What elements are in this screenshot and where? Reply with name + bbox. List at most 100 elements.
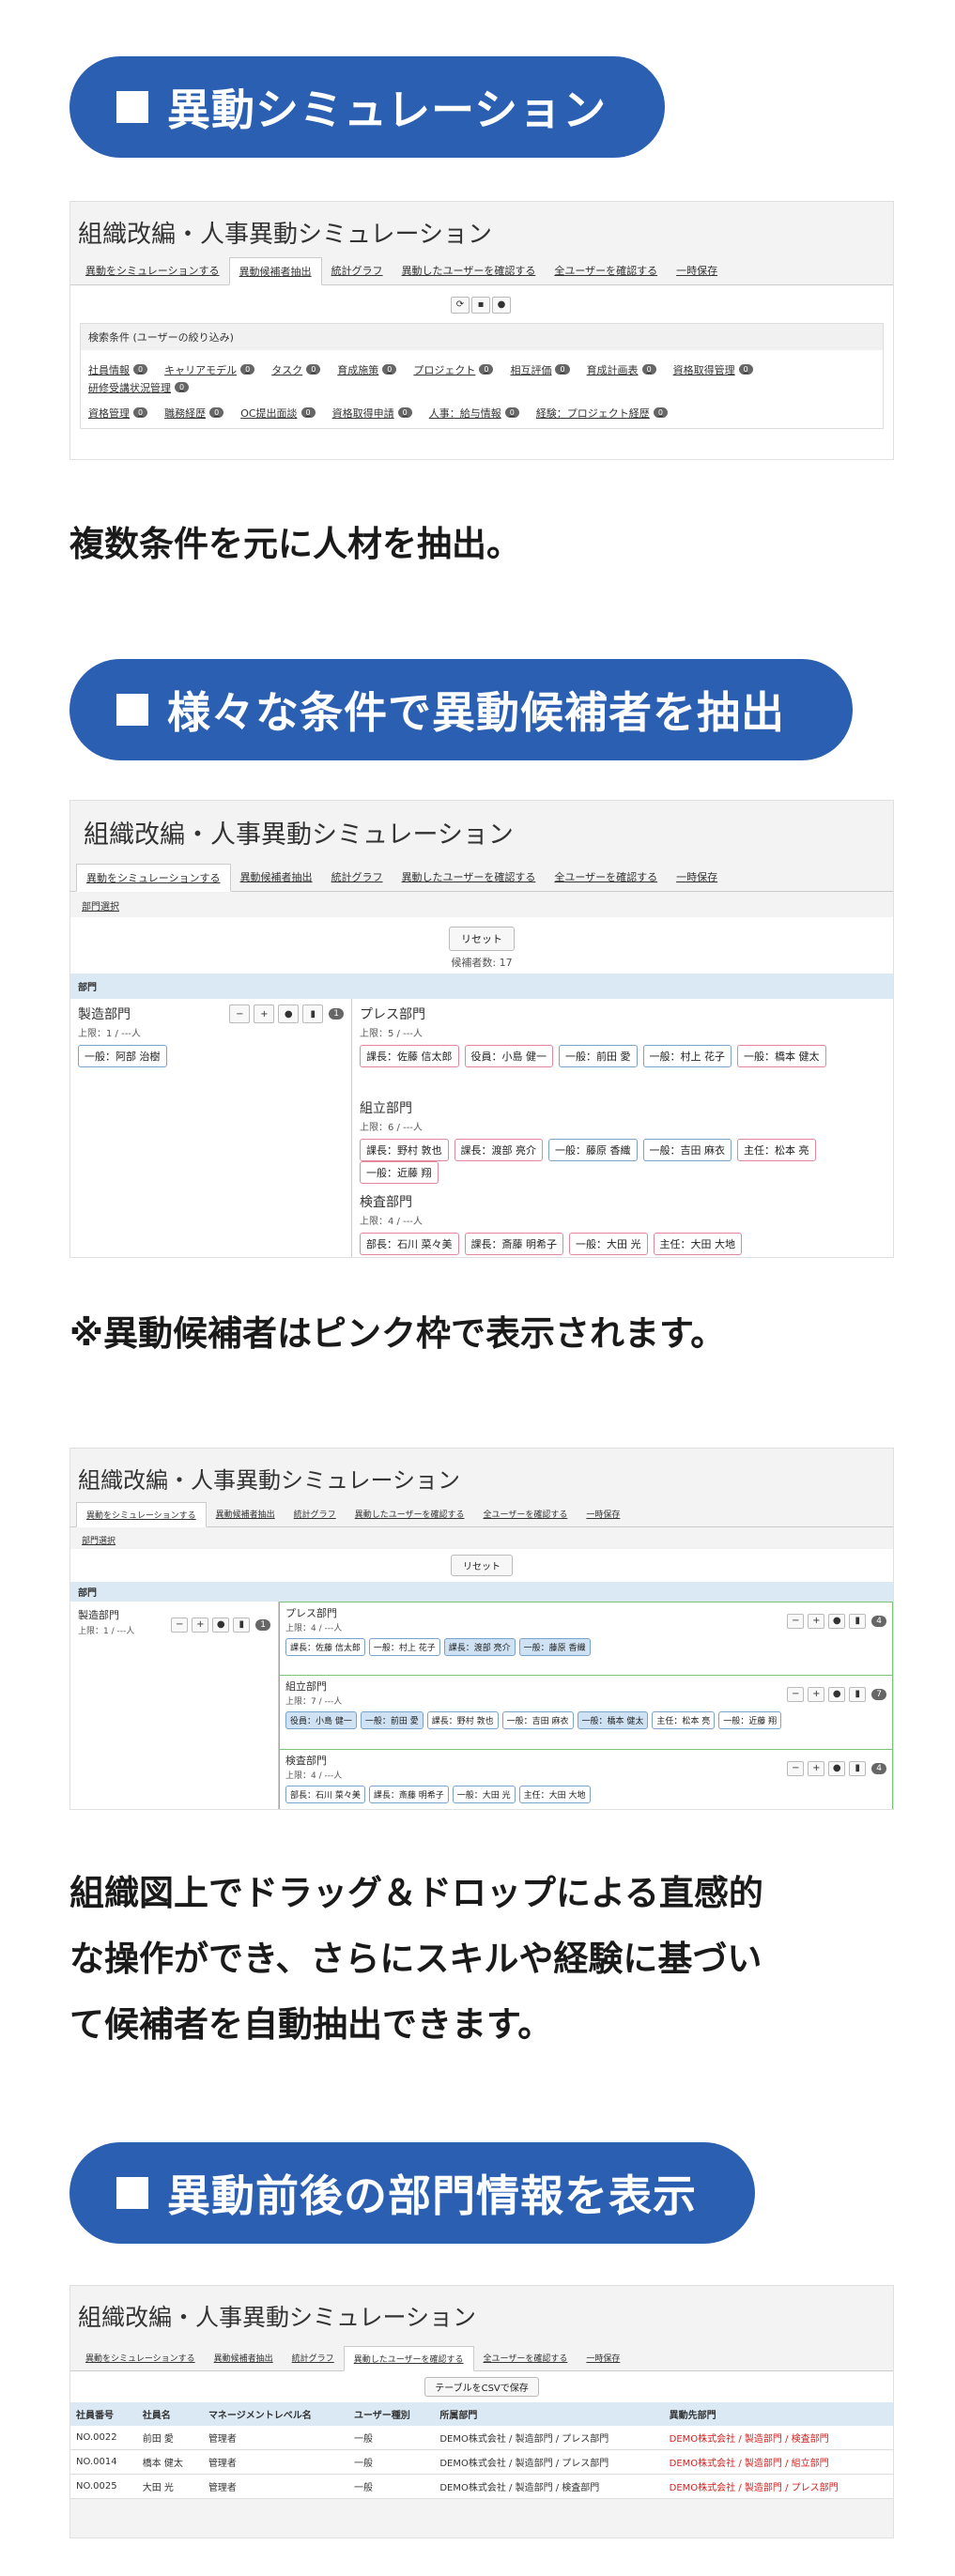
tab-temp-save[interactable]: 一時保存 xyxy=(577,1502,629,1526)
tab-stats[interactable]: 統計グラフ xyxy=(283,2346,344,2370)
tab-moved-users[interactable]: 異動したユーザーを確認する xyxy=(343,2346,474,2371)
filter-chip[interactable]: 資格取得管理 0 xyxy=(673,362,753,377)
tab-all-users[interactable]: 全ユーザーを確認する xyxy=(545,257,667,284)
filter-chip[interactable]: 研修受講状況管理 0 xyxy=(88,380,190,395)
person-card[interactable]: 一般：大田 光 xyxy=(452,1786,516,1803)
person-card[interactable]: 一般：大田 光 xyxy=(569,1233,648,1255)
minus-icon[interactable]: − xyxy=(787,1613,805,1629)
person-card[interactable]: 一般：前田 愛 xyxy=(559,1045,638,1067)
tab-moved-users[interactable]: 異動したユーザーを確認する xyxy=(346,1502,474,1526)
person-card[interactable]: 部長：石川 菜々美 xyxy=(285,1786,365,1803)
filter-chip[interactable]: 経験：プロジェクト経歴 0 xyxy=(536,406,668,421)
chart-icon[interactable]: ▮ xyxy=(302,1004,324,1023)
tab-temp-save[interactable]: 一時保存 xyxy=(667,257,727,284)
filter-chip[interactable]: 職務経歴 0 xyxy=(164,406,224,421)
minus-icon[interactable]: − xyxy=(229,1004,251,1023)
filter-chip[interactable]: キャリアモデル 0 xyxy=(164,362,255,377)
plus-icon[interactable]: + xyxy=(808,1613,825,1629)
user-icon[interactable]: ● xyxy=(828,1613,846,1629)
tab-moved-users[interactable]: 異動したユーザーを確認する xyxy=(393,257,546,284)
filter-chip[interactable]: 資格管理 0 xyxy=(88,406,148,421)
chart-icon[interactable]: ▮ xyxy=(849,1613,867,1629)
filter-chip[interactable]: 人事：給与情報 0 xyxy=(429,406,519,421)
reset-button[interactable]: リセット xyxy=(449,927,515,951)
filter-chips-row2: 資格管理 0 職務経歴 0 OC提出面談 0 資格取得申請 0 人事：給与情報 0 経験：プロジェク… xyxy=(81,399,883,428)
filter-chip[interactable]: 相互評価 0 xyxy=(510,362,570,377)
user-icon[interactable]: ● xyxy=(492,296,511,314)
person-card[interactable]: 一般：橋本 健太 xyxy=(737,1045,826,1067)
filter-chip[interactable]: 育成計画表 0 xyxy=(587,362,656,377)
person-card[interactable]: 一般：近藤 翔 xyxy=(718,1711,782,1729)
chart-icon[interactable]: ▮ xyxy=(233,1617,251,1633)
user-icon[interactable]: ● xyxy=(828,1686,846,1702)
minus-icon[interactable]: − xyxy=(787,1760,805,1776)
person-card[interactable]: 一般：村上 花子 xyxy=(642,1045,732,1067)
user-icon[interactable]: ● xyxy=(828,1760,846,1776)
person-card[interactable]: 一般：橋本 健太 xyxy=(577,1711,649,1729)
tab-all-users[interactable]: 全ユーザーを確認する xyxy=(474,1502,578,1526)
plus-icon[interactable]: + xyxy=(808,1686,825,1702)
chart-icon[interactable]: ▮ xyxy=(849,1686,867,1702)
plus-icon[interactable]: + xyxy=(808,1760,825,1776)
tab-candidate-extract[interactable]: 異動候補者抽出 xyxy=(207,1502,285,1526)
person-card[interactable]: 課長：渡部 亮介 xyxy=(454,1139,543,1161)
tab-all-users[interactable]: 全ユーザーを確認する xyxy=(545,864,667,891)
person-card[interactable]: 一般：藤原 香織 xyxy=(548,1139,638,1161)
user-icon[interactable]: ● xyxy=(212,1617,230,1633)
tab-candidate-extract[interactable]: 異動候補者抽出 xyxy=(231,864,322,891)
save-icon[interactable]: ▪ xyxy=(471,296,490,314)
tab-candidate-extract[interactable]: 異動候補者抽出 xyxy=(205,2346,283,2370)
filter-chip[interactable]: 資格取得申請 0 xyxy=(332,406,412,421)
person-card[interactable]: 主任：大田 大地 xyxy=(518,1786,591,1803)
minus-icon[interactable]: − xyxy=(787,1686,805,1702)
filter-chip[interactable]: プロジェクト 0 xyxy=(413,362,494,377)
chart-icon[interactable]: ▮ xyxy=(849,1760,867,1776)
refresh-icon[interactable]: ⟳ xyxy=(451,296,470,314)
person-card[interactable]: 一般：前田 愛 xyxy=(360,1711,424,1729)
reset-button[interactable]: リセット xyxy=(451,1555,513,1576)
person-card[interactable]: 主任：松本 亮 xyxy=(652,1711,716,1729)
filter-chip[interactable]: OC提出面談 0 xyxy=(240,406,316,421)
person-card[interactable]: 主任：大田 大地 xyxy=(653,1233,742,1255)
person-card[interactable]: 課長：佐藤 信太郎 xyxy=(285,1638,365,1656)
tab-all-users[interactable]: 全ユーザーを確認する xyxy=(474,2346,578,2370)
tab-simulate[interactable]: 異動をシミュレーションする xyxy=(76,257,229,284)
person-card[interactable]: 部長：石川 菜々美 xyxy=(360,1233,459,1255)
tab-candidate-extract[interactable]: 異動候補者抽出 xyxy=(228,257,322,285)
person-card[interactable]: 課長：野村 敦也 xyxy=(426,1711,499,1729)
tab-stats[interactable]: 統計グラフ xyxy=(285,1502,346,1526)
tab-simulate[interactable]: 異動をシミュレーションする xyxy=(76,2346,205,2370)
tab-moved-users[interactable]: 異動したユーザーを確認する xyxy=(393,864,546,891)
filter-chip-count: 0 xyxy=(641,364,656,375)
person-card[interactable]: 課長：斎藤 明希子 xyxy=(464,1233,563,1255)
minus-icon[interactable]: − xyxy=(171,1617,189,1633)
tab-temp-save[interactable]: 一時保存 xyxy=(667,864,727,891)
plus-icon[interactable]: + xyxy=(254,1004,275,1023)
sub-tab-dept-select[interactable]: 部門選択 xyxy=(80,898,121,916)
plus-icon[interactable]: + xyxy=(192,1617,209,1633)
tab-simulate[interactable]: 異動をシミュレーションする xyxy=(76,864,231,892)
person-card[interactable]: 課長：佐藤 信太郎 xyxy=(360,1045,459,1067)
person-card[interactable]: 課長：渡部 亮介 xyxy=(443,1638,516,1656)
person-card[interactable]: 一般：近藤 翔 xyxy=(360,1161,439,1184)
tab-stats[interactable]: 統計グラフ xyxy=(322,257,393,284)
tab-stats[interactable]: 統計グラフ xyxy=(322,864,393,891)
person-card[interactable]: 一般：村上 花子 xyxy=(368,1638,440,1656)
filter-chip[interactable]: タスク 0 xyxy=(271,362,321,377)
tab-simulate[interactable]: 異動をシミュレーションする xyxy=(76,1502,207,1527)
person-card[interactable]: 一般：阿部 治樹 xyxy=(78,1045,167,1067)
person-card[interactable]: 課長：斎藤 明希子 xyxy=(368,1786,449,1803)
person-card[interactable]: 一般：吉田 麻衣 xyxy=(642,1139,732,1161)
person-card[interactable]: 一般：吉田 麻衣 xyxy=(501,1711,574,1729)
filter-chip[interactable]: 社員情報 0 xyxy=(88,362,148,377)
filter-chip[interactable]: 育成施策 0 xyxy=(337,362,397,377)
person-card[interactable]: 役員：小島 健一 xyxy=(464,1045,553,1067)
user-icon[interactable]: ● xyxy=(278,1004,300,1023)
person-card[interactable]: 役員：小島 健一 xyxy=(285,1711,357,1729)
csv-save-button[interactable]: テーブルをCSVで保存 xyxy=(424,2377,539,2397)
sub-tab-dept-select[interactable]: 部門選択 xyxy=(80,1535,117,1548)
tab-temp-save[interactable]: 一時保存 xyxy=(577,2346,629,2370)
person-card[interactable]: 主任：松本 亮 xyxy=(737,1139,816,1161)
person-card[interactable]: 一般：藤原 香織 xyxy=(518,1638,591,1656)
person-card[interactable]: 課長：野村 敦也 xyxy=(360,1139,449,1161)
